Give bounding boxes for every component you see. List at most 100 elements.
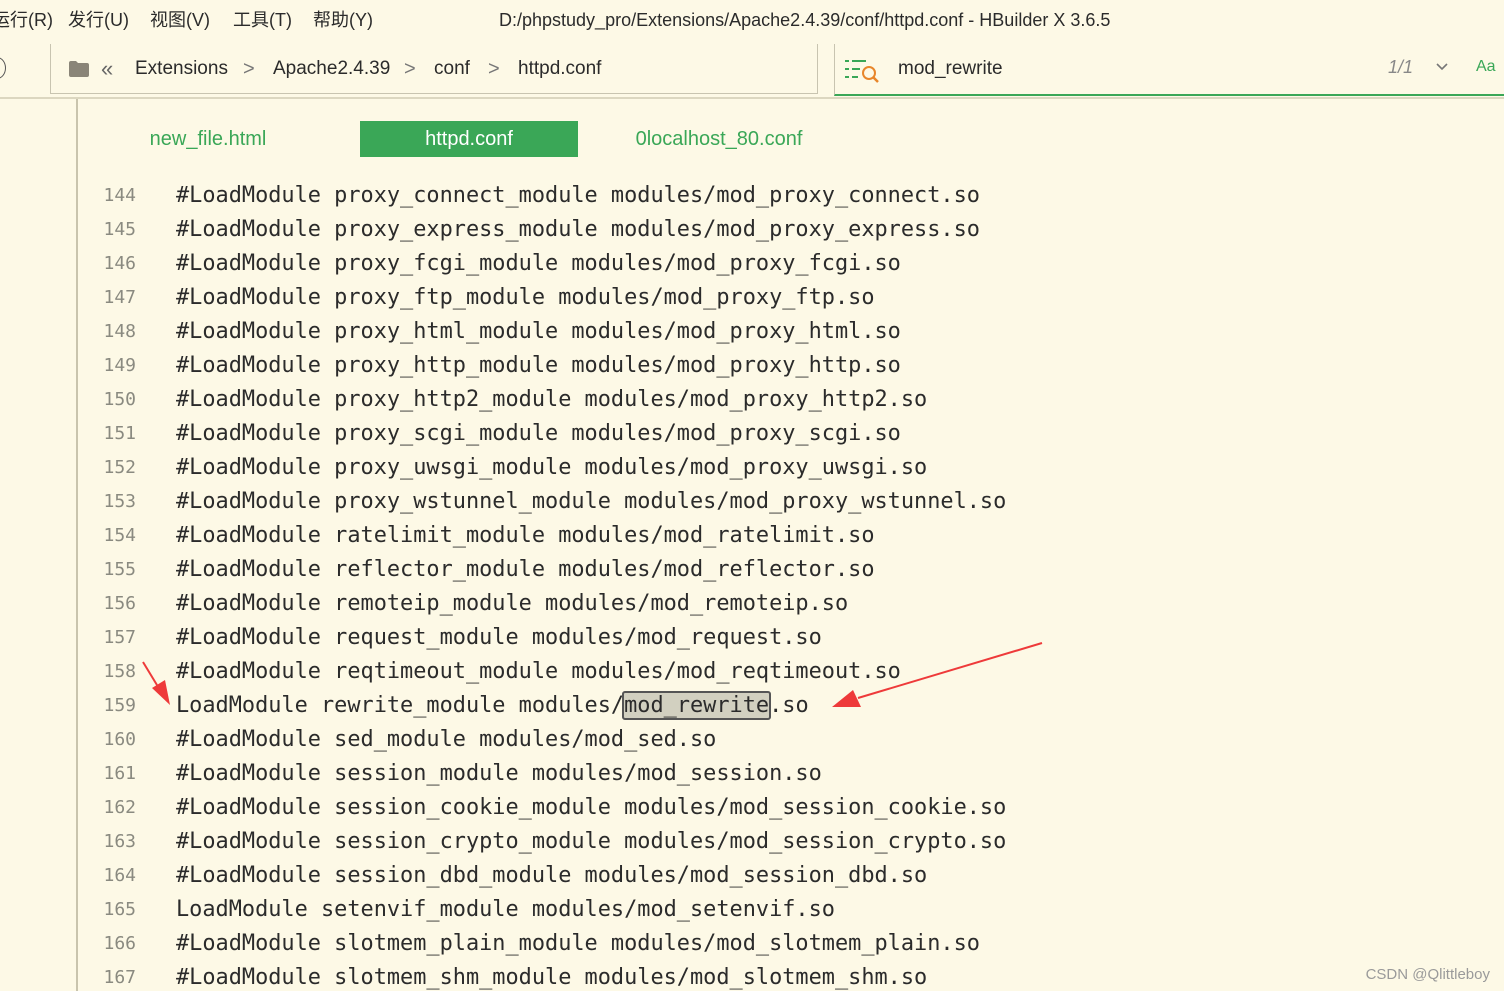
menu-tools[interactable]: 工具(T) (233, 8, 292, 32)
menu-help[interactable]: 帮助(Y) (313, 8, 373, 32)
code-line[interactable]: 163 #LoadModule session_crypto_module mod… (0, 825, 1504, 859)
line-number: 158 (103, 661, 136, 682)
line-text[interactable]: LoadModule setenvif_module modules/mod_s… (176, 893, 835, 927)
code-line[interactable]: 165 LoadModule setenvif_module modules/mo… (0, 893, 1504, 927)
line-text[interactable]: #LoadModule slotmem_plain_module modules… (176, 927, 980, 961)
line-number: 149 (103, 355, 136, 376)
line-number: 163 (103, 831, 136, 852)
line-text[interactable]: #LoadModule request_module modules/mod_r… (176, 621, 822, 655)
menu-publish[interactable]: 发行(U) (68, 8, 129, 32)
line-number: 146 (103, 253, 136, 274)
breadcrumb-item-conf[interactable]: conf (434, 56, 470, 82)
sidebar-toggle-icon[interactable] (0, 57, 6, 79)
code-line[interactable]: 166 #LoadModule slotmem_plain_module modu… (0, 927, 1504, 961)
line-number: 153 (103, 491, 136, 512)
breadcrumb-item-apache[interactable]: Apache2.4.39 (273, 56, 390, 82)
code-line[interactable]: 145 #LoadModule proxy_express_module modu… (0, 213, 1504, 247)
line-text[interactable]: #LoadModule proxy_express_module modules… (176, 213, 980, 247)
match-case-icon[interactable]: Aa (1476, 58, 1496, 76)
code-line[interactable]: 157 #LoadModule request_module modules/mo… (0, 621, 1504, 655)
line-text[interactable]: #LoadModule proxy_http_module modules/mo… (176, 349, 901, 383)
code-line[interactable]: 147 #LoadModule proxy_ftp_module modules/… (0, 281, 1504, 315)
code-line[interactable]: 161 #LoadModule session_module modules/mo… (0, 757, 1504, 791)
line-number: 155 (103, 559, 136, 580)
line-text[interactable]: #LoadModule proxy_http2_module modules/m… (176, 383, 927, 417)
line-text[interactable]: #LoadModule session_module modules/mod_s… (176, 757, 822, 791)
breadcrumb-back-icon[interactable]: « (101, 55, 113, 83)
line-text[interactable]: #LoadModule proxy_connect_module modules… (176, 179, 980, 213)
line-number: 160 (103, 729, 136, 750)
code-line[interactable]: 153 #LoadModule proxy_wstunnel_module mod… (0, 485, 1504, 519)
code-line[interactable]: 149 #LoadModule proxy_http_module modules… (0, 349, 1504, 383)
line-number: 147 (103, 287, 136, 308)
line-number: 144 (103, 185, 136, 206)
tab-new-file[interactable]: new_file.html (116, 121, 300, 157)
line-number: 157 (103, 627, 136, 648)
line-text[interactable]: #LoadModule reqtimeout_module modules/mo… (176, 655, 901, 689)
line-text[interactable]: #LoadModule proxy_wstunnel_module module… (176, 485, 1006, 519)
line-text[interactable]: #LoadModule proxy_uwsgi_module modules/m… (176, 451, 927, 485)
menu-run[interactable]: 运行(R) (0, 8, 53, 32)
code-line[interactable]: 146 #LoadModule proxy_fcgi_module modules… (0, 247, 1504, 281)
line-text[interactable]: #LoadModule session_cookie_module module… (176, 791, 1006, 825)
line-number: 152 (103, 457, 136, 478)
breadcrumb-item-file[interactable]: httpd.conf (518, 56, 601, 82)
line-text[interactable]: #LoadModule reflector_module modules/mod… (176, 553, 875, 587)
breadcrumb-separator: > (488, 58, 500, 80)
line-text[interactable]: #LoadModule ratelimit_module modules/mod… (176, 519, 875, 553)
line-text[interactable]: #LoadModule proxy_scgi_module modules/mo… (176, 417, 901, 451)
line-text[interactable]: #LoadModule session_crypto_module module… (176, 825, 1006, 859)
window-title: D:/phpstudy_pro/Extensions/Apache2.4.39/… (499, 10, 1111, 30)
breadcrumb-separator: > (243, 58, 255, 80)
line-number: 145 (103, 219, 136, 240)
line-text[interactable]: #LoadModule proxy_ftp_module modules/mod… (176, 281, 875, 315)
line-number: 165 (103, 899, 136, 920)
line-text-before-match: LoadModule rewrite_module modules/ (176, 693, 625, 718)
code-line[interactable]: 144 #LoadModule proxy_connect_module modu… (0, 179, 1504, 213)
line-number: 161 (103, 763, 136, 784)
line-text[interactable]: #LoadModule slotmem_shm_module modules/m… (176, 961, 927, 991)
line-number: 148 (103, 321, 136, 342)
line-text[interactable]: #LoadModule proxy_fcgi_module modules/mo… (176, 247, 901, 281)
chevron-down-icon[interactable] (1435, 62, 1449, 72)
line-number: 164 (103, 865, 136, 886)
line-text[interactable]: #LoadModule remoteip_module modules/mod_… (176, 587, 848, 621)
folder-icon (69, 61, 89, 77)
line-number: 156 (103, 593, 136, 614)
code-line[interactable]: 152 #LoadModule proxy_uwsgi_module module… (0, 451, 1504, 485)
line-number: 154 (103, 525, 136, 546)
watermark: CSDN @Qlittleboy (1365, 966, 1490, 983)
line-number: 159 (103, 695, 136, 716)
line-text[interactable]: LoadModule rewrite_module modules/mod_re… (176, 689, 809, 723)
menu-bar: 运行(R) 发行(U) 视图(V) 工具(T) 帮助(Y) D:/phpstud… (0, 0, 1504, 40)
code-line[interactable]: 162 #LoadModule session_cookie_module mod… (0, 791, 1504, 825)
code-line[interactable]: 160 #LoadModule sed_module modules/mod_se… (0, 723, 1504, 757)
line-number: 166 (103, 933, 136, 954)
tab-localhost-conf[interactable]: 0localhost_80.conf (612, 121, 826, 157)
code-line[interactable]: 167 #LoadModule slotmem_shm_module module… (0, 961, 1504, 991)
tab-httpd-conf[interactable]: httpd.conf (360, 121, 578, 157)
line-text[interactable]: #LoadModule session_dbd_module modules/m… (176, 859, 927, 893)
search-input[interactable] (898, 56, 1318, 82)
line-number: 162 (103, 797, 136, 818)
editor-window: 运行(R) 发行(U) 视图(V) 工具(T) 帮助(Y) D:/phpstud… (0, 0, 1504, 991)
breadcrumb-separator: > (404, 58, 416, 80)
line-text[interactable]: #LoadModule proxy_html_module modules/mo… (176, 315, 901, 349)
code-line[interactable]: 148 #LoadModule proxy_html_module modules… (0, 315, 1504, 349)
line-text[interactable]: #LoadModule sed_module modules/mod_sed.s… (176, 723, 716, 757)
menu-view[interactable]: 视图(V) (150, 8, 210, 32)
code-line[interactable]: 156 #LoadModule remoteip_module modules/m… (0, 587, 1504, 621)
header-divider (0, 97, 1504, 99)
code-line[interactable]: 158 #LoadModule reqtimeout_module modules… (0, 655, 1504, 689)
search-in-file-icon[interactable] (843, 57, 881, 85)
breadcrumb-item-extensions[interactable]: Extensions (135, 56, 228, 82)
line-number: 167 (103, 967, 136, 988)
line-number: 151 (103, 423, 136, 444)
code-line[interactable]: 150 #LoadModule proxy_http2_module module… (0, 383, 1504, 417)
code-line[interactable]: 151 #LoadModule proxy_scgi_module modules… (0, 417, 1504, 451)
code-line[interactable]: 155 #LoadModule reflector_module modules/… (0, 553, 1504, 587)
search-match-highlight: mod_rewrite (622, 691, 772, 720)
code-line[interactable]: 164 #LoadModule session_dbd_module module… (0, 859, 1504, 893)
code-line[interactable]: 154 #LoadModule ratelimit_module modules/… (0, 519, 1504, 553)
code-line[interactable]: 159 LoadModule rewrite_module modules/mod… (0, 689, 1504, 723)
